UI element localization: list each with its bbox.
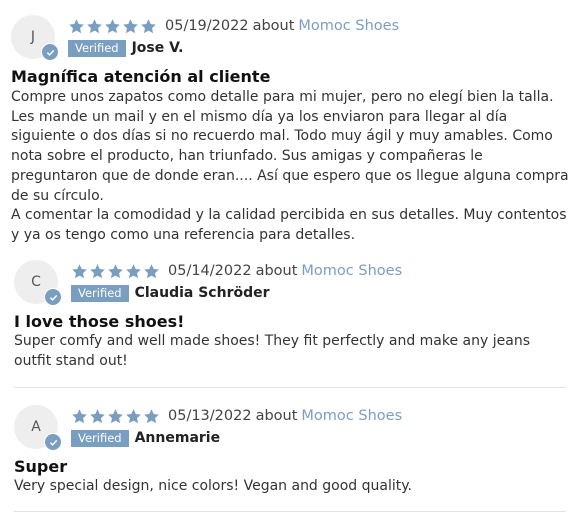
about-label: about xyxy=(252,18,295,34)
reviewer-name: Claudia Schröder xyxy=(134,285,270,301)
review-date: 05/19/2022 xyxy=(165,18,249,34)
verified-badge: Verified xyxy=(68,39,126,57)
star-icon xyxy=(144,263,159,278)
review-paragraph: Super comfy and well made shoes! They fi… xyxy=(14,333,530,369)
review-body: Compre unos zapatos como detalle para mi… xyxy=(11,88,571,246)
store-link[interactable]: Momoc Shoes xyxy=(298,18,399,34)
review-paragraph: A comentar la comodidad y la calidad per… xyxy=(11,207,567,243)
review-date: 05/13/2022 xyxy=(168,408,252,424)
store-link[interactable]: Momoc Shoes xyxy=(301,408,402,424)
star-icon xyxy=(126,408,141,423)
star-icon xyxy=(144,408,159,423)
star-icon xyxy=(126,263,141,278)
star-icon xyxy=(90,408,105,423)
star-icon xyxy=(105,18,120,33)
review-paragraph: Very special design, nice colors! Vegan … xyxy=(14,478,412,494)
star-icon xyxy=(108,408,123,423)
review-paragraph: Compre unos zapatos como detalle para mi… xyxy=(11,89,569,204)
star-icon xyxy=(69,18,84,33)
star-rating xyxy=(68,18,157,35)
avatar-initial: C xyxy=(31,274,41,290)
avatar: J xyxy=(11,15,59,61)
divider xyxy=(14,511,566,512)
avatar: A xyxy=(14,405,62,451)
review-body: Super comfy and well made shoes! They fi… xyxy=(14,332,566,371)
reviewer-name: Annemarie xyxy=(134,430,221,446)
review-date: 05/14/2022 xyxy=(168,263,252,279)
store-link[interactable]: Momoc Shoes xyxy=(301,263,402,279)
star-icon xyxy=(108,263,123,278)
star-rating xyxy=(71,408,160,425)
avatar-initial: A xyxy=(31,419,41,435)
about-label: about xyxy=(255,263,298,279)
star-icon xyxy=(87,18,102,33)
about-label: about xyxy=(255,408,298,424)
reviewer-name: Jose V. xyxy=(131,40,184,56)
review-title: Super xyxy=(14,457,68,476)
verified-badge: Verified xyxy=(71,284,129,302)
verified-check-icon xyxy=(41,43,59,61)
review-body: Very special design, nice colors! Vegan … xyxy=(14,477,566,497)
star-rating xyxy=(71,263,160,280)
verified-badge: Verified xyxy=(71,429,129,447)
verified-check-icon xyxy=(44,288,62,306)
star-icon xyxy=(72,408,87,423)
review-title: Magnífica atención al cliente xyxy=(11,67,271,86)
star-icon xyxy=(141,18,156,33)
verified-check-icon xyxy=(44,433,62,451)
review-title: I love those shoes! xyxy=(14,312,185,331)
avatar: C xyxy=(14,260,62,306)
star-icon xyxy=(90,263,105,278)
divider xyxy=(14,387,566,388)
star-icon xyxy=(72,263,87,278)
avatar-initial: J xyxy=(30,29,36,45)
star-icon xyxy=(123,18,138,33)
